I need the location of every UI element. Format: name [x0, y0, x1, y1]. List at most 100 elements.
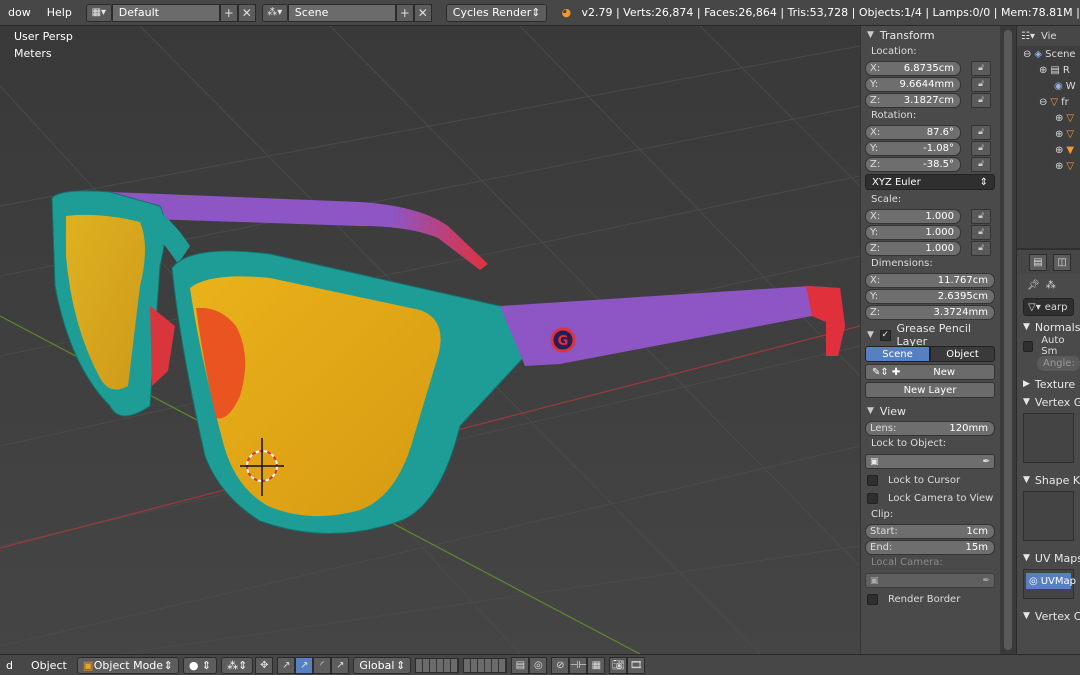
menu-help[interactable]: Help: [39, 6, 80, 19]
tab-scene[interactable]: Scene: [865, 346, 930, 362]
lock-icon[interactable]: 🔓︎: [971, 240, 991, 256]
snap-toggle-icon[interactable]: ⊘: [551, 656, 570, 674]
layers-grid-icon[interactable]: [415, 657, 460, 673]
interaction-mode-dropdown[interactable]: ▣ Object Mode ⇕: [76, 656, 179, 674]
outliner-item-child[interactable]: ⊕ ▽: [1017, 158, 1080, 174]
menu-object[interactable]: Object: [25, 659, 73, 672]
uv-maps-panel-header[interactable]: ▼ UV Maps: [1017, 549, 1080, 567]
eyedropper-icon[interactable]: ✒: [982, 576, 990, 586]
remove-layout-button[interactable]: ✕: [237, 3, 256, 22]
snap-element-icon[interactable]: ⊣⊢: [569, 656, 588, 674]
pivot-point-dropdown[interactable]: ⁂⇕: [221, 656, 254, 674]
editor-type-icon[interactable]: ▤: [1029, 253, 1047, 271]
rotation-y-field[interactable]: Y: -1.08°: [865, 140, 961, 156]
layers-grid-icon[interactable]: [463, 657, 508, 673]
lens-field[interactable]: Lens: 120mm: [865, 420, 995, 436]
translate-manipulator-icon[interactable]: ↗: [277, 656, 296, 674]
location-y-field[interactable]: Y: 9.6644mm: [865, 76, 961, 92]
normals-panel-header[interactable]: ▼ Normals: [1017, 318, 1080, 336]
eyedropper-icon[interactable]: ✒: [982, 457, 990, 467]
transform-panel-header[interactable]: ▼ Transform: [861, 26, 1000, 44]
render-border-checkbox[interactable]: Render Border: [861, 590, 1000, 608]
render-engine-dropdown[interactable]: Cycles Render ⇕: [445, 3, 548, 22]
shape-keys-list[interactable]: [1023, 491, 1074, 541]
clip-end-field[interactable]: End: 15m: [865, 539, 995, 555]
checkbox-checked-icon[interactable]: ✓: [879, 329, 891, 341]
rotation-x-field[interactable]: X: 87.6°: [865, 124, 961, 140]
remove-scene-button[interactable]: ✕: [413, 3, 432, 22]
dimensions-x-field[interactable]: X: 11.767cm: [865, 272, 995, 288]
lock-icon[interactable]: 🔓︎: [971, 124, 991, 140]
lock-camera-checkbox[interactable]: Lock Camera to View: [861, 489, 1000, 507]
display-mode-icon[interactable]: ☷▾: [1021, 31, 1035, 42]
dimensions-z-field[interactable]: Z: 3.3724mm: [865, 304, 995, 320]
grease-pencil-panel-header[interactable]: ▼ ✓ Grease Pencil Layer: [861, 322, 1000, 348]
scale-x-field[interactable]: X: 1.000: [865, 208, 961, 224]
lock-icon[interactable]: 🔓︎: [971, 92, 991, 108]
outliner-item-child[interactable]: ⊕ ▼: [1017, 142, 1080, 158]
outliner-item-child[interactable]: ⊕ ▽: [1017, 126, 1080, 142]
vertex-groups-panel-header[interactable]: ▼ Vertex G: [1017, 393, 1080, 411]
3d-viewport[interactable]: G User Persp Meters: [0, 26, 860, 654]
mesh-datablock-field[interactable]: ▽▾ earp: [1023, 298, 1074, 316]
lock-icon[interactable]: 🔓︎: [971, 140, 991, 156]
scene-stats: ◕ v2.79 | Verts:26,874 | Faces:26,864 | T…: [561, 6, 1080, 19]
vertex-colors-panel-header[interactable]: ▼ Vertex C: [1017, 607, 1080, 625]
render-tab-icon[interactable]: ◫: [1053, 253, 1071, 271]
outliner-item-child[interactable]: ⊕ ▽: [1017, 110, 1080, 126]
manipulator-toggle-icon[interactable]: ✥: [255, 656, 274, 674]
local-camera-field[interactable]: ▣ ✒: [865, 573, 995, 588]
location-x-field[interactable]: X: 6.8735cm: [865, 60, 961, 76]
opengl-animation-icon[interactable]: 🎞︎: [627, 656, 646, 674]
outliner-item-frame[interactable]: ⊖ ▽ fr: [1017, 94, 1080, 110]
combined-manipulator-icon[interactable]: ↗: [331, 656, 350, 674]
lock-icon[interactable]: 🔓︎: [971, 208, 991, 224]
angle-field[interactable]: Angle:: [1037, 356, 1080, 371]
opengl-render-icon[interactable]: 📷︎: [609, 656, 628, 674]
lock-to-cursor-checkbox[interactable]: Lock to Cursor: [861, 471, 1000, 489]
scene-name-field[interactable]: Scene: [287, 3, 396, 22]
rotation-mode-dropdown[interactable]: XYZ Euler ⇕: [865, 174, 995, 190]
proportional-editing-icon[interactable]: ◎: [529, 656, 548, 674]
scrollbar-thumb[interactable]: [1004, 30, 1012, 650]
rotate-manipulator-icon[interactable]: ↗: [295, 656, 314, 674]
outliner-item-renderlayers[interactable]: ⊕ ▤ R: [1017, 62, 1080, 78]
shape-keys-panel-header[interactable]: ▼ Shape K: [1017, 471, 1080, 489]
layout-icon[interactable]: ▦▾: [85, 3, 112, 22]
rotation-z-field[interactable]: Z: -38.5°: [865, 156, 961, 172]
pin-icon[interactable]: 📌︎: [1027, 280, 1040, 291]
add-scene-button[interactable]: +: [395, 3, 414, 22]
menu-window[interactable]: dow: [0, 6, 39, 19]
view-panel-header[interactable]: ▼ View: [861, 402, 1000, 420]
lock-icon[interactable]: 🔓︎: [971, 76, 991, 92]
add-layout-button[interactable]: +: [219, 3, 238, 22]
lock-icon[interactable]: 🔓︎: [971, 224, 991, 240]
outliner-item-world[interactable]: ◉ W: [1017, 78, 1080, 94]
new-layer-button[interactable]: New Layer: [865, 382, 995, 398]
n-panel-scrollbar[interactable]: [1000, 26, 1016, 654]
vertex-groups-list[interactable]: [1023, 413, 1074, 463]
lock-layers-icon[interactable]: ▤: [511, 656, 530, 674]
transform-orientation-dropdown[interactable]: Global ⇕: [353, 656, 412, 674]
location-z-field[interactable]: Z: 3.1827cm: [865, 92, 961, 108]
scale-z-field[interactable]: Z: 1.000: [865, 240, 961, 256]
menu-add[interactable]: d: [0, 659, 19, 672]
uv-map-item[interactable]: ◎ UVMap: [1026, 573, 1076, 589]
layout-name-field[interactable]: Default: [111, 3, 220, 22]
auto-smooth-checkbox[interactable]: Auto Sm: [1017, 335, 1080, 357]
snap-target-icon[interactable]: ▦: [587, 656, 606, 674]
clip-start-field[interactable]: Start: 1cm: [865, 523, 995, 539]
scale-y-field[interactable]: Y: 1.000: [865, 224, 961, 240]
lock-icon[interactable]: 🔓︎: [971, 60, 991, 76]
lock-object-field[interactable]: ▣ ✒: [865, 454, 995, 469]
outliner-item-scene[interactable]: ⊖ ◈ Scene: [1017, 46, 1080, 62]
dimensions-y-field[interactable]: Y: 2.6395cm: [865, 288, 995, 304]
outliner-view-menu[interactable]: Vie: [1041, 31, 1057, 42]
new-grease-pencil-button[interactable]: ✎⇕ ✚ New: [865, 364, 995, 380]
texture-space-panel-header[interactable]: ▶ Texture: [1017, 375, 1080, 393]
scale-manipulator-icon[interactable]: ◜: [313, 656, 332, 674]
tab-object[interactable]: Object: [930, 346, 995, 362]
scene-icon[interactable]: ⁂▾: [261, 3, 288, 22]
viewport-shading-dropdown[interactable]: ● ⇕: [182, 656, 218, 674]
lock-icon[interactable]: 🔓︎: [971, 156, 991, 172]
